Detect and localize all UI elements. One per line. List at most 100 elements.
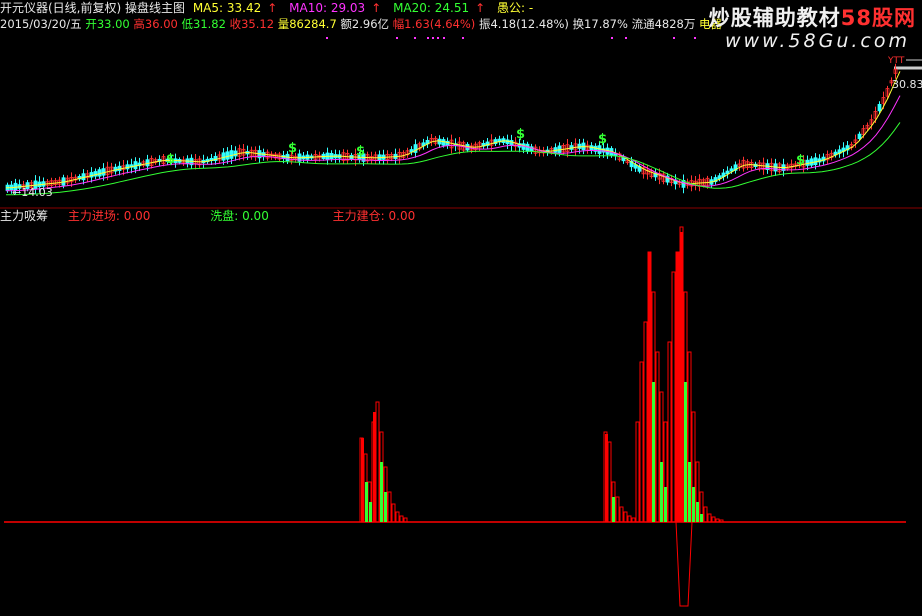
high-price-label: 30.83: [892, 78, 922, 91]
signal-marks: $ $ $ $ $ $: [166, 127, 805, 168]
indicator-bar-solid: [652, 382, 655, 522]
top-markers: [326, 37, 696, 39]
indicator-bar: [607, 441, 612, 523]
indicator-bar: [719, 519, 724, 523]
signal-dollar-icon: $: [166, 152, 175, 167]
top-marker: [462, 37, 464, 39]
candle-body: [877, 104, 882, 112]
indicator-bar-solid: [365, 482, 368, 522]
candle-body: [225, 151, 230, 160]
indicator-bar-solid: [369, 502, 372, 522]
chart-canvas: $ $ $ $ $ $: [0, 37, 922, 607]
top-marker: [414, 37, 416, 39]
indicator-header: 主力吸筹 主力进场: 0.00 洗盘: 0.00 主力建仓: 0.00: [0, 208, 419, 224]
indicator-bar-solid: [696, 502, 699, 522]
ma10-label: MA10: 29.03: [289, 1, 366, 15]
quote-open: 开33.00: [85, 17, 130, 31]
watermark-text-b: 58股网: [840, 6, 916, 30]
indicator-name: 主力吸筹: [0, 209, 49, 223]
indicator-bar-solid: [384, 492, 387, 522]
candlestick-series: [5, 63, 898, 195]
quote-amount: 额2.96亿: [340, 17, 390, 31]
indicator-bar-solid: [605, 434, 608, 522]
candle-body: [857, 133, 862, 140]
top-marker: [427, 37, 429, 39]
signal-dollar-icon: $: [356, 144, 365, 159]
quote-date: 2015/03/20/五: [0, 17, 82, 31]
watermark-line2: www.58Gu.com: [724, 30, 910, 52]
signal-dollar-icon: $: [288, 141, 297, 156]
top-marker: [443, 37, 445, 39]
indicator-bar-solid: [660, 462, 663, 522]
chart-title: 开元仪器(日线,前复权) 操盘线主图: [0, 1, 185, 15]
indicator-bar-solid: [676, 252, 679, 522]
candle-body: [101, 168, 106, 176]
top-marker: [432, 37, 434, 39]
quote-high: 高36.00: [133, 17, 178, 31]
quote-close: 收35.12: [229, 17, 275, 31]
main-force-build-label: 主力建仓: 0.00: [332, 209, 416, 223]
indicator-bar-solid: [692, 487, 695, 522]
candle-body: [221, 152, 226, 161]
indicator-bar: [391, 503, 396, 523]
ma-lines: [5, 71, 901, 196]
indicator-bar-solid: [688, 462, 691, 522]
indicator-bar: [375, 401, 380, 523]
top-marker: [611, 37, 613, 39]
indicator-bar-solid: [361, 438, 364, 522]
indicator-bar: [615, 496, 620, 523]
candle-body: [97, 169, 102, 177]
indicator-bar: [707, 513, 712, 523]
candle-body: [729, 168, 734, 172]
quote-turnover: 换17.87%: [572, 17, 628, 31]
indicator-bar: [399, 515, 404, 523]
candle-body: [81, 173, 86, 181]
indicator-bar-solid: [680, 232, 683, 522]
indicator-negative-bar: [675, 521, 693, 607]
watermark-line1: 炒股辅助教材58股网: [709, 2, 916, 32]
indicator-bar: [387, 491, 392, 523]
indicator-bar-solid: [664, 487, 667, 522]
watermark-text-a: 炒股辅助教材: [708, 6, 841, 30]
header-row: 开元仪器(日线,前复权) 操盘线主图 MA5: 33.42 ↑ MA10: 29.…: [0, 0, 537, 16]
wash-label: 洗盘: 0.00: [210, 209, 269, 223]
indicator-bar: [619, 506, 624, 523]
indicator-bar-solid: [684, 382, 687, 522]
quote-low: 低31.82: [181, 17, 226, 31]
ma20-arrow-icon: ↑: [475, 1, 486, 15]
indicator-bar: [623, 511, 628, 523]
indicator-bar: [715, 518, 720, 523]
top-marker: [437, 37, 439, 39]
ma20-line: [5, 122, 901, 196]
indicator-bar: [671, 271, 676, 523]
field-label: 愚公: -: [497, 1, 534, 15]
indicator-bar-solid: [648, 252, 651, 522]
indicator-bars: [359, 226, 724, 607]
ma5-label: MA5: 33.42: [192, 1, 262, 15]
signal-dollar-icon: $: [516, 127, 525, 142]
candle-body: [525, 143, 530, 152]
indicator-bar: [667, 341, 672, 523]
ma20-label: MA20: 24.51: [393, 1, 470, 15]
indicator-bar-solid: [373, 412, 376, 522]
indicator-bar-solid: [612, 497, 615, 522]
indicator-bar: [703, 506, 708, 523]
ma10-arrow-icon: ↑: [371, 1, 382, 15]
quote-change: 幅1.63(4.64%): [392, 17, 476, 31]
top-marker-label: YTT: [888, 56, 905, 66]
indicator-bar-solid: [380, 462, 383, 522]
main-force-in-label: 主力进场: 0.00: [67, 209, 151, 223]
indicator-bar: [627, 515, 632, 523]
indicator-bar: [639, 361, 644, 523]
quote-amplitude: 振4.18(12.48%): [478, 17, 569, 31]
quote-row: 2015/03/20/五 开33.00 高36.00 低31.82 收35.12…: [0, 16, 722, 32]
indicator-bar: [635, 421, 640, 523]
indicator-bar: [655, 351, 660, 523]
indicator-bar: [395, 511, 400, 523]
top-marker: [326, 37, 328, 39]
signal-dollar-icon: $: [598, 132, 607, 147]
watermark: 炒股辅助教材58股网 www.58Gu.com: [686, 0, 916, 56]
ma5-arrow-icon: ↑: [267, 1, 278, 15]
top-marker: [625, 37, 627, 39]
low-price-label: ←14.03: [12, 186, 53, 199]
